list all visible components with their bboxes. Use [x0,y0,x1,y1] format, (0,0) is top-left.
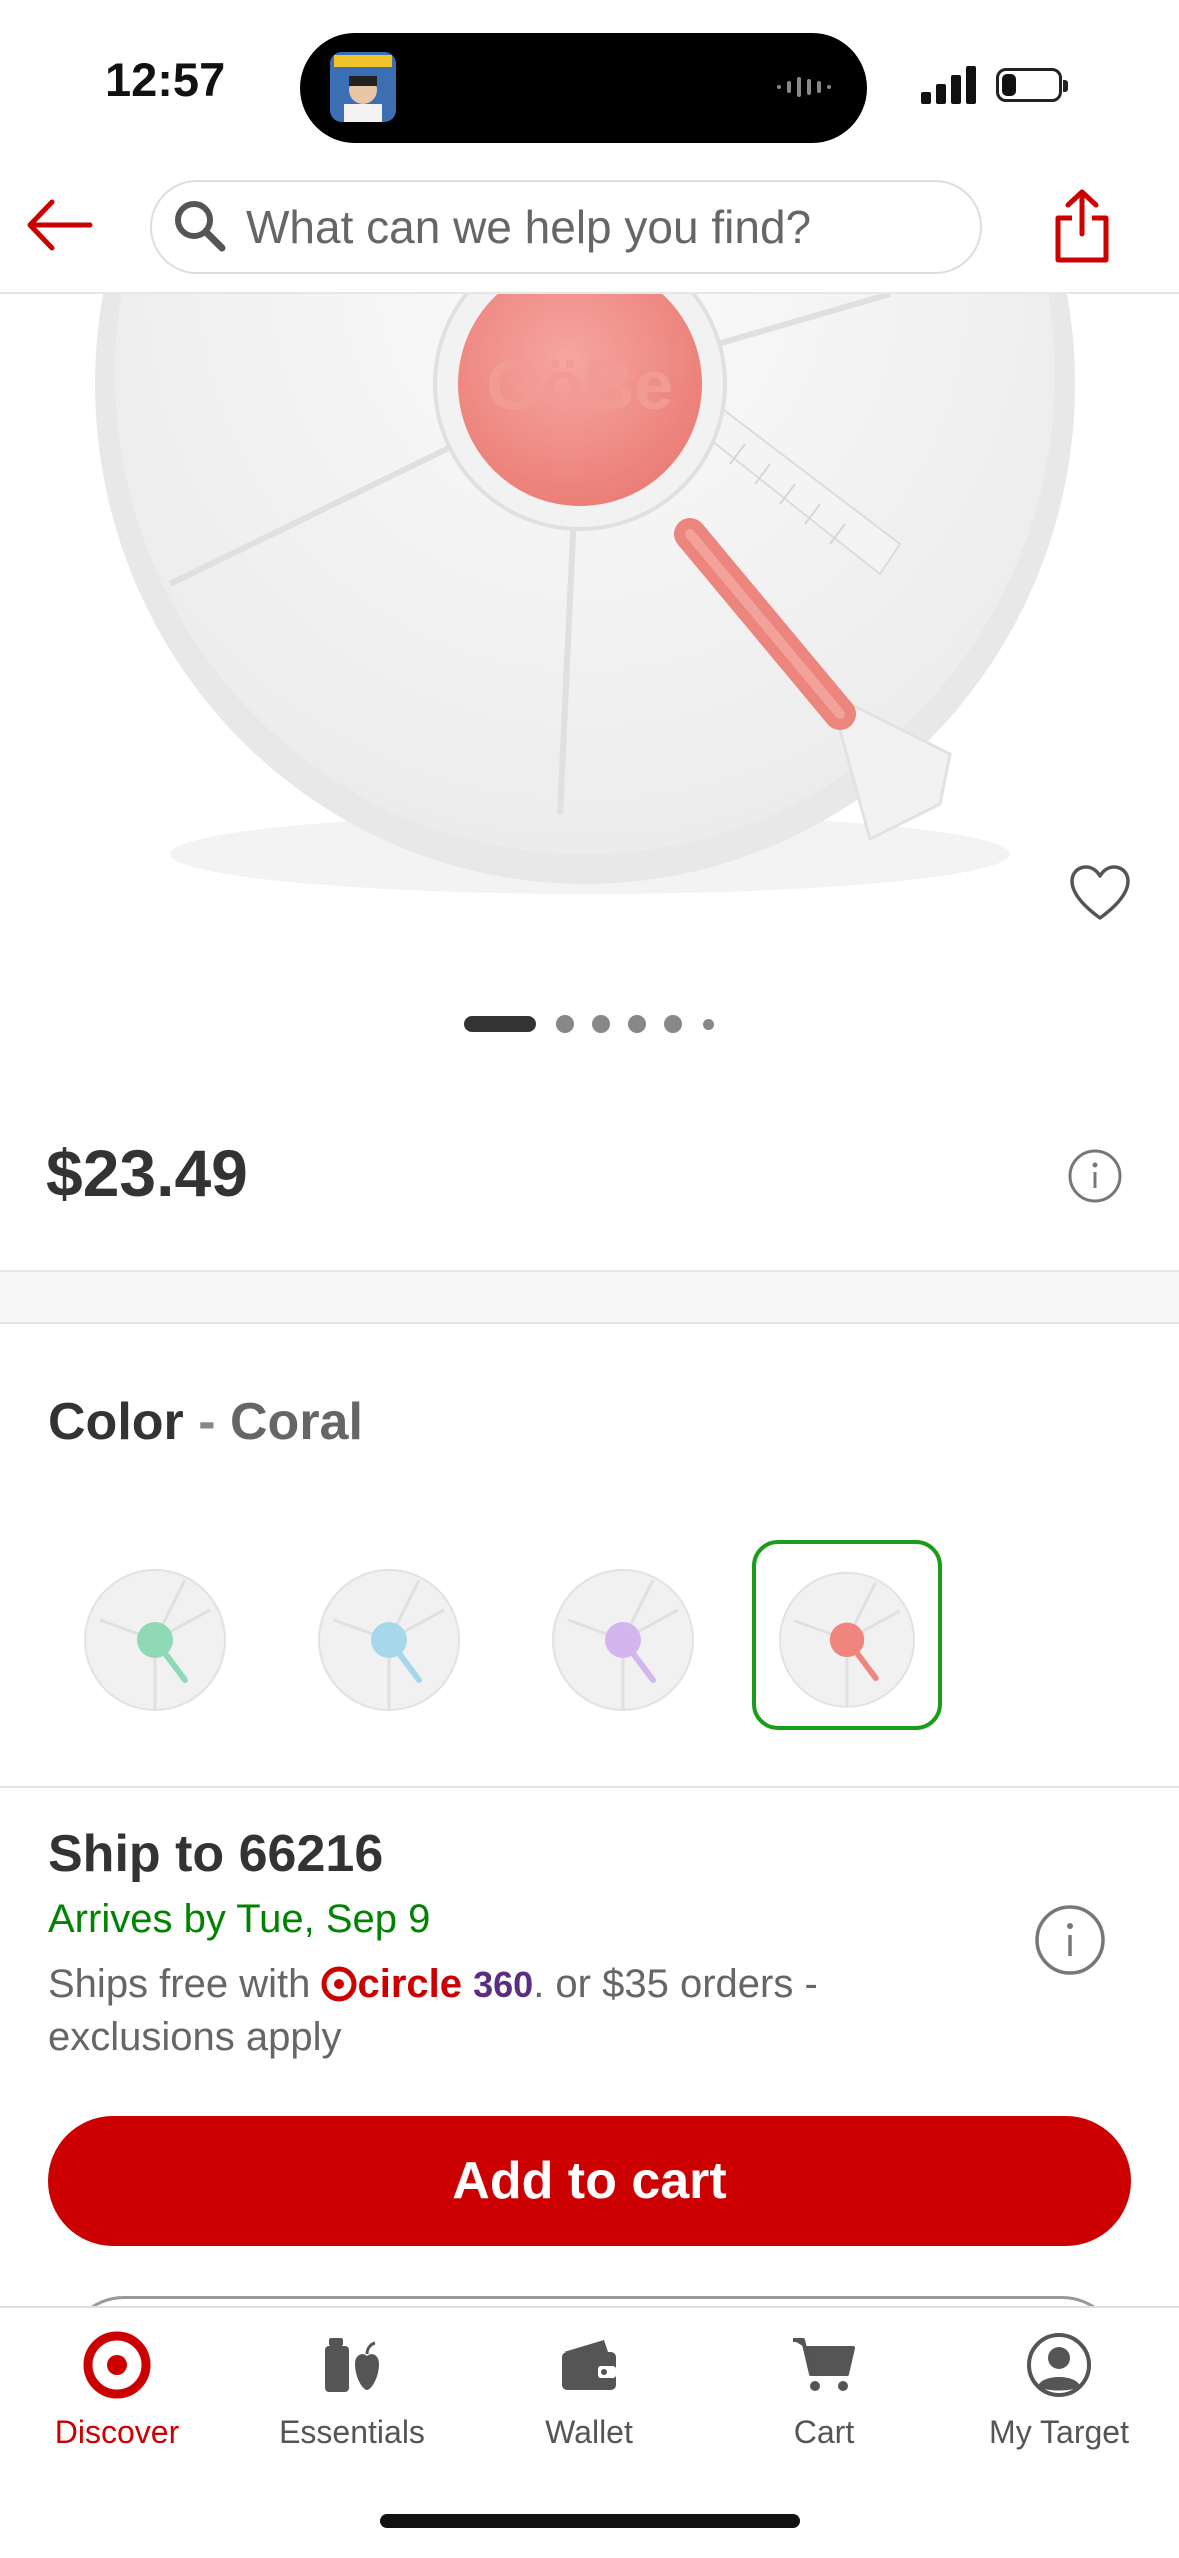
nav-label: My Target [989,2414,1129,2450]
color-label-text: Color [48,1393,184,1451]
shipping-info-icon[interactable] [1034,1904,1106,1976]
target-bullseye-icon [83,2331,151,2399]
now-playing-thumbnail[interactable] [330,52,396,122]
svg-text:GöBe: GöBe [487,346,674,424]
color-selected-value: Coral [230,1393,363,1451]
nav-label: Cart [793,2414,855,2450]
nav-my-target[interactable]: My Target [944,2330,1174,2451]
back-arrow-icon[interactable] [22,196,94,254]
color-separator: - [198,1393,216,1451]
section-separator [0,1270,1179,1324]
section-divider [0,1786,1179,1788]
favorite-heart-icon[interactable] [1068,864,1132,922]
carousel-dot[interactable] [556,1015,574,1033]
cart-icon [793,2338,855,2391]
product-image[interactable]: GöBe [0,294,1179,994]
shipping-note: Ships free with circle 360. or $35 order… [48,1958,928,2063]
essentials-icon [325,2338,379,2392]
nav-label: Essentials [279,2414,425,2450]
add-to-cart-button[interactable]: Add to cart [48,2116,1131,2246]
status-time: 12:57 [105,53,226,106]
nav-essentials[interactable]: Essentials [237,2330,467,2451]
nav-discover[interactable]: Discover [2,2330,232,2451]
nav-label: Wallet [545,2414,633,2450]
search-placeholder[interactable]: What can we help you find? [246,200,811,254]
carousel-dot-active[interactable] [464,1016,536,1032]
ship-to-title[interactable]: Ship to 66216 [48,1824,383,1884]
color-swatch-blue[interactable] [294,1540,484,1730]
circle-brand-text: circle [357,1962,462,2006]
price-info-icon[interactable] [1067,1148,1123,1204]
product-price: $23.49 [46,1136,248,1210]
target-circle-logo-icon [321,1966,357,2002]
battery-icon [996,68,1068,102]
carousel-dot[interactable] [592,1015,610,1033]
shipping-note-prefix: Ships free with [48,1962,311,2006]
audio-waveform-icon [777,77,831,97]
account-icon [1027,2333,1091,2397]
carousel-dot[interactable] [664,1015,682,1033]
home-indicator[interactable] [380,2514,800,2528]
color-swatch-coral-selected[interactable] [752,1540,942,1730]
cellular-signal-icon [921,66,976,104]
arrival-date: Arrives by Tue, Sep 9 [48,1897,431,1941]
nav-cart[interactable]: Cart [709,2330,939,2451]
wallet-icon [562,2340,616,2390]
nav-label: Discover [54,2414,180,2450]
color-swatch-mint[interactable] [60,1540,250,1730]
search-icon [175,201,226,252]
share-icon[interactable] [1052,188,1112,264]
circle-360-text: 360 [473,1964,534,2005]
color-label: Color - Coral [48,1392,363,1452]
carousel-dot[interactable] [703,1019,714,1030]
nav-wallet[interactable]: Wallet [474,2330,704,2451]
color-swatch-lavender[interactable] [528,1540,718,1730]
carousel-dot[interactable] [628,1015,646,1033]
